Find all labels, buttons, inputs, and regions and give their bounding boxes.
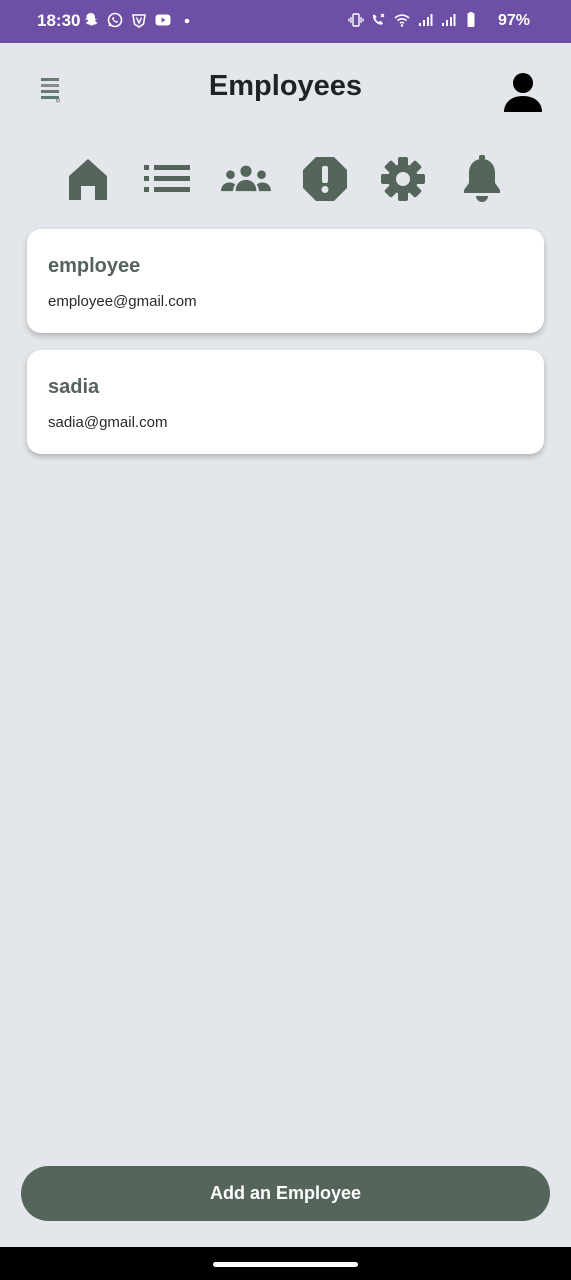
status-right-icons	[348, 12, 479, 28]
status-bar: 18:30 97%	[0, 0, 571, 43]
whatsapp-icon	[107, 12, 123, 28]
call-signal-icon	[372, 13, 385, 25]
menu-button[interactable]	[38, 74, 64, 104]
nav-alert[interactable]	[300, 154, 350, 204]
profile-button[interactable]	[501, 70, 545, 114]
youtube-icon	[155, 14, 171, 26]
group-icon	[221, 165, 271, 192]
person-icon	[504, 73, 542, 112]
vpn-icon	[132, 14, 146, 28]
menu-icon	[41, 78, 60, 103]
signal-icon	[419, 14, 433, 26]
nav-home[interactable]	[63, 154, 113, 204]
nav-group[interactable]	[221, 154, 271, 204]
nav-list[interactable]	[142, 154, 192, 204]
status-left-icons	[83, 12, 195, 28]
employee-card[interactable]: employee employee@gmail.com	[27, 229, 544, 333]
home-indicator[interactable]	[213, 1262, 358, 1267]
employee-name: employee	[48, 255, 141, 277]
battery-icon	[467, 12, 475, 27]
battery-percent: 97%	[497, 12, 530, 29]
vibrate-icon	[348, 13, 364, 27]
wifi-icon	[394, 14, 410, 27]
list-icon	[144, 165, 190, 192]
employee-name: sadia	[48, 376, 100, 398]
bell-icon	[464, 155, 500, 202]
system-nav-bar	[0, 1247, 571, 1280]
nav-icon-row	[58, 154, 518, 206]
employee-email: employee@gmail.com	[48, 293, 197, 310]
nav-notifications[interactable]	[457, 154, 507, 204]
signal-icon	[442, 14, 456, 26]
dot-icon	[184, 18, 190, 24]
snapchat-icon	[84, 13, 98, 26]
alert-icon	[303, 157, 347, 201]
home-icon	[69, 159, 107, 200]
employee-card[interactable]: sadia sadia@gmail.com	[27, 350, 544, 454]
status-time: 18:30	[37, 11, 81, 30]
page-title: Employees	[208, 70, 363, 102]
add-employee-button[interactable]: Add an Employee	[21, 1166, 550, 1221]
employee-email: sadia@gmail.com	[48, 414, 168, 431]
nav-settings[interactable]	[378, 154, 428, 204]
gear-icon	[381, 157, 425, 201]
